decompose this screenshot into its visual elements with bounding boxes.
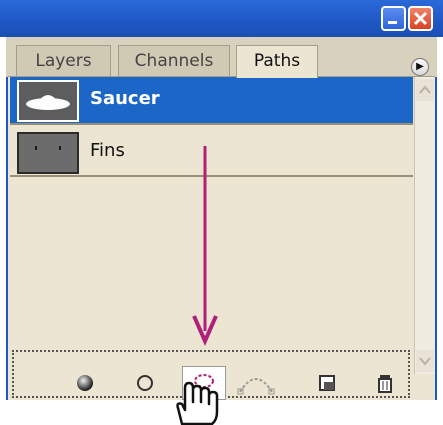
tab-paths[interactable]: Paths [236, 45, 318, 78]
path-name: Saucer [90, 88, 160, 109]
vertical-scrollbar[interactable] [414, 77, 435, 374]
delete-path-button[interactable] [372, 370, 398, 396]
fill-path-button[interactable] [72, 370, 98, 396]
scroll-up-button[interactable] [416, 79, 434, 101]
tab-channels[interactable]: Channels [118, 45, 230, 77]
saucer-thumbnail-icon [26, 95, 70, 110]
path-thumbnail [17, 132, 79, 174]
tab-strip: Layers Channels Paths [6, 37, 437, 78]
title-bar [0, 0, 443, 37]
minimize-button[interactable] [381, 6, 406, 31]
annotation-arrow-icon [192, 146, 218, 346]
hand-cursor-icon [176, 381, 219, 425]
triangle-right-icon: ▶ [416, 61, 424, 72]
create-new-path-icon [319, 375, 335, 391]
chevron-up-icon [419, 85, 431, 94]
stroke-path-button[interactable] [132, 370, 158, 396]
make-work-path-button[interactable] [236, 370, 276, 396]
tab-layers[interactable]: Layers [16, 45, 111, 77]
chevron-down-icon [419, 357, 431, 366]
make-work-path-icon [237, 378, 275, 395]
close-button[interactable] [408, 6, 433, 31]
stroke-path-icon [137, 375, 153, 391]
scroll-down-button[interactable] [416, 350, 434, 372]
fill-path-icon [77, 375, 93, 391]
delete-path-icon [378, 375, 392, 393]
close-icon [413, 11, 428, 26]
paths-panel-window: Layers Channels Paths ▶ Saucer Fins [0, 0, 443, 400]
create-new-path-button[interactable] [314, 370, 340, 396]
fins-thumbnail-icon [35, 146, 61, 150]
panel-menu-button[interactable]: ▶ [411, 58, 429, 76]
path-thumbnail [17, 80, 79, 122]
path-row-saucer[interactable]: Saucer [10, 77, 413, 125]
path-name: Fins [90, 140, 125, 161]
